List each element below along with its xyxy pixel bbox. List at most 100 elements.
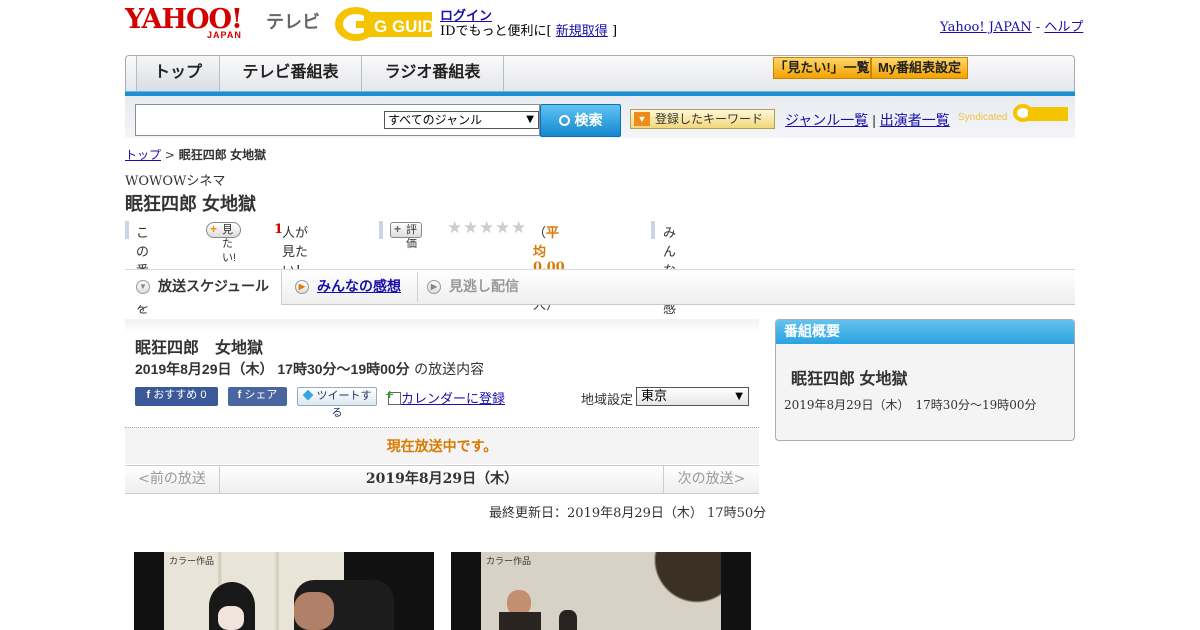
still-caption: カラー作品 <box>169 557 215 567</box>
yahoo-logo[interactable]: YAHOO! JAPAN <box>125 6 265 42</box>
svg-text:G GUIDE: G GUIDE <box>374 17 434 36</box>
facebook-icon: f <box>146 389 151 401</box>
syndicated-label: Syndicated <box>958 112 1008 123</box>
schedule-title: 眠狂四郎 女地獄 <box>135 340 264 357</box>
overview-title: 眠狂四郎 女地獄 <box>791 371 908 388</box>
twitter-icon: ◆ <box>302 390 314 402</box>
performer-list-link[interactable]: 出演者一覧 <box>880 112 950 128</box>
calendar-register[interactable]: + カレンダーに登録 <box>385 388 505 407</box>
page-title: 眠狂四郎 女地獄 <box>125 194 257 214</box>
chevron-down-icon: ▼ <box>735 391 743 402</box>
channel-name: WOWOWシネマ <box>125 174 226 189</box>
want-button[interactable]: + 見たい! <box>206 222 242 264</box>
top-links: Yahoo! JAPAN - ヘルプ <box>940 16 1083 35</box>
schedule-datetime: 2019年8月29日（木） 17時30分～19時00分 の放送内容 <box>135 359 484 379</box>
tab-impressions-label[interactable]: みんなの感想 <box>317 278 401 294</box>
plus-icon: + <box>394 222 402 236</box>
tweet-button[interactable]: ◆ ツイートする <box>297 387 377 419</box>
star-icon: ★ <box>495 218 511 238</box>
region-select[interactable]: 東京 ▼ <box>636 387 749 406</box>
star-icon: ★ <box>463 218 479 238</box>
breadcrumb-sep: > <box>164 148 175 162</box>
recommend-count: 0 <box>200 389 207 401</box>
divider <box>651 221 655 239</box>
main-nav: トップ テレビ番組表 ラジオ番組表 「見たい!」一覧 My番組表設定 <box>125 55 1075 91</box>
last-updated: 最終更新日：2019年8月29日（木） 17時50分 <box>489 506 767 521</box>
recommend-label: おすすめ <box>153 389 198 401</box>
region-label: 地域設定 <box>581 393 634 408</box>
promo-prefix: IDでもっと便利に[ <box>440 24 552 39</box>
breadcrumb-current: 眠狂四郎 女地獄 <box>178 148 267 162</box>
divider <box>125 221 129 239</box>
plus-icon: + <box>210 222 218 236</box>
breadcrumb-home[interactable]: トップ <box>125 148 161 162</box>
dash: - <box>1035 20 1041 35</box>
tab-schedule[interactable]: ▼ 放送スケジュール <box>125 270 282 305</box>
genre-select[interactable]: すべてのジャンル ▼ <box>384 111 539 129</box>
tab-vod: ▶ 見逃し配信 <box>427 270 547 304</box>
link-separator: | <box>872 112 876 128</box>
movie-still-1: カラー作品 <box>134 552 434 630</box>
help-link[interactable]: ヘルプ <box>1044 20 1083 35</box>
keyword-button[interactable]: ▼ 登録したキーワード <box>630 109 775 129</box>
divider <box>417 272 418 302</box>
overview-heading: 番組概要 <box>776 320 1074 344</box>
calendar-icon: + <box>385 388 401 405</box>
next-broadcast: 次の放送> <box>663 466 759 493</box>
triangle-down-icon: ▼ <box>634 112 650 126</box>
want-list-button[interactable]: 「見たい!」一覧 <box>773 57 871 79</box>
sub-tabs: ▼ 放送スケジュール ▶ みんなの感想 ▶ 見逃し配信 <box>125 269 1075 305</box>
breadcrumb: トップ > 眠狂四郎 女地獄 <box>125 146 266 163</box>
broadcast-date: 2019年8月29日（木） <box>365 471 519 487</box>
search-button-label: 検索 <box>574 112 603 128</box>
keyword-button-label: 登録したキーワード <box>655 112 764 126</box>
play-icon: ▶ <box>427 280 441 295</box>
region-select-value: 東京 <box>641 389 668 404</box>
star-icon: ★ <box>511 218 527 238</box>
still-caption: カラー作品 <box>486 557 532 567</box>
schedule-datetime-value: 2019年8月29日（木） 17時30分～19時00分 <box>135 361 410 377</box>
prev-broadcast: <前の放送 <box>125 466 220 493</box>
logo-sub: JAPAN <box>207 30 242 40</box>
genre-list-link[interactable]: ジャンル一覧 <box>785 112 868 128</box>
divider <box>379 221 383 239</box>
avg-open: （ <box>533 226 547 241</box>
on-air-status: 現在放送中です。 <box>125 427 759 464</box>
yahoo-japan-link[interactable]: Yahoo! JAPAN <box>940 20 1032 35</box>
tab-impressions[interactable]: ▶ みんなの感想 <box>295 270 415 304</box>
tab-top[interactable]: トップ <box>136 56 220 91</box>
tab-vod-label: 見逃し配信 <box>449 278 519 294</box>
want-button-label: 見たい! <box>222 224 237 264</box>
facebook-share-button[interactable]: f シェア <box>228 387 287 406</box>
promo-suffix: ] <box>611 24 618 39</box>
search-button[interactable]: 検索 <box>540 104 621 137</box>
rate-button[interactable]: + 評価 <box>390 222 422 250</box>
search-links: ジャンル一覧 | 出演者一覧 <box>785 110 950 130</box>
gguide-small-logo <box>1012 102 1068 124</box>
tab-tv-schedule[interactable]: テレビ番組表 <box>220 56 362 91</box>
overview-datetime: 2019年8月29日（木） 17時30分～19時00分 <box>784 398 1037 412</box>
gguide-logo: G GUIDE <box>334 6 446 42</box>
play-icon: ▶ <box>295 280 309 295</box>
tab-radio-schedule[interactable]: ラジオ番組表 <box>362 56 504 91</box>
my-schedule-button[interactable]: My番組表設定 <box>871 57 968 79</box>
signup-link[interactable]: 新規取得 <box>556 24 608 39</box>
genre-select-value: すべてのジャンル <box>388 113 483 127</box>
facebook-icon: f <box>237 389 242 401</box>
share-label: シェア <box>244 389 278 401</box>
tv-label: テレビ <box>266 12 320 32</box>
facebook-recommend-button[interactable]: f おすすめ 0 <box>135 387 218 406</box>
chevron-down-icon: ▼ <box>136 280 150 295</box>
star-icon: ★ <box>479 218 495 238</box>
search-icon <box>558 115 570 126</box>
promo-text: IDでもっと便利に[ 新規取得 ] <box>440 20 617 39</box>
tab-schedule-label: 放送スケジュール <box>158 278 270 294</box>
calendar-link[interactable]: カレンダーに登録 <box>401 392 505 407</box>
chevron-down-icon: ▼ <box>526 114 534 125</box>
star-icon: ★ <box>447 218 463 238</box>
rate-button-label: 評価 <box>406 224 417 250</box>
broadcast-nav: <前の放送 2019年8月29日（木） 次の放送> <box>125 465 759 494</box>
movie-still-2: カラー作品 <box>451 552 751 630</box>
schedule-datetime-suffix: の放送内容 <box>414 362 485 378</box>
overview-panel: 番組概要 眠狂四郎 女地獄 2019年8月29日（木） 17時30分～19時00… <box>775 319 1075 441</box>
